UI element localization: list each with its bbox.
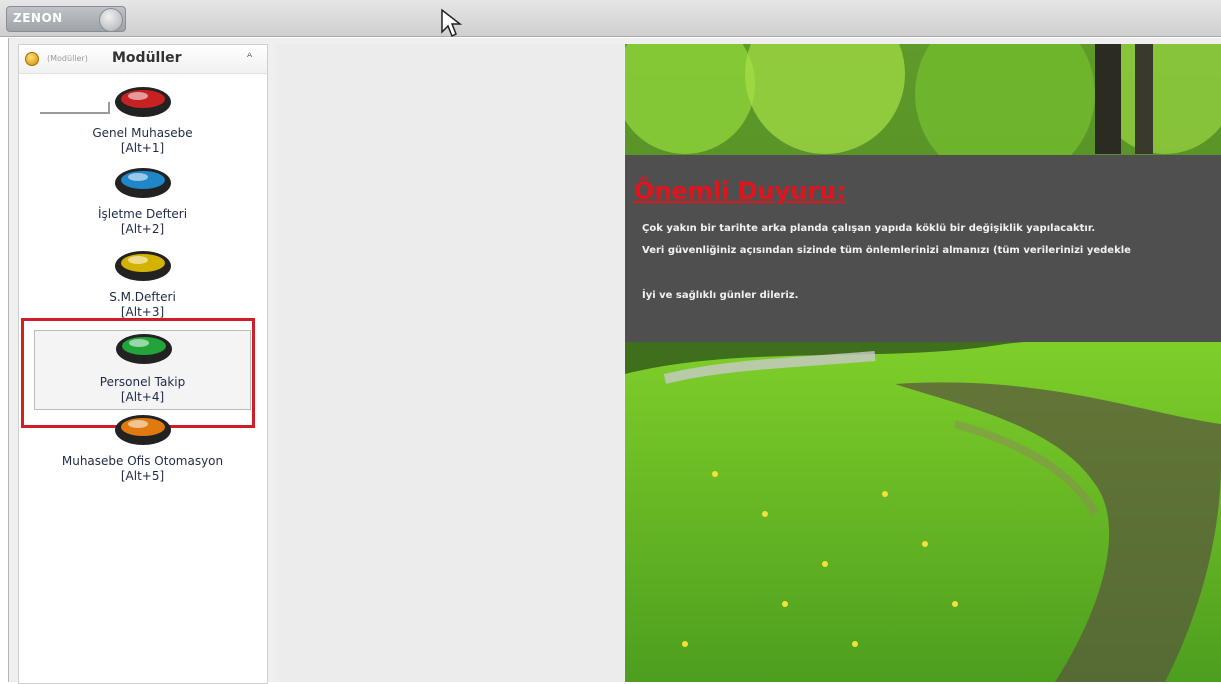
sidebar-header: (Modüller) Modüller ᴬ	[19, 45, 267, 74]
announcement-title[interactable]: Önemli Duyuru:	[634, 177, 846, 205]
module-genel-muhasebe[interactable]: Genel Muhasebe [Alt+1]	[30, 84, 255, 168]
background-image: Önemli Duyuru: Çok yakın bir tarihte ark…	[625, 44, 1221, 682]
module-orb-icon	[115, 415, 171, 445]
module-orb-icon	[115, 168, 171, 198]
announcement-line: Çok yakın bir tarihte arka planda çalışa…	[642, 223, 1096, 234]
title-bar: ZENON	[0, 0, 1221, 38]
nature-scene-image	[625, 44, 1221, 682]
module-name: İşletme Defteri	[97, 207, 188, 221]
module-muhasebe-ofis-otomasyon[interactable]: Muhasebe Ofis Otomasyon [Alt+5]	[30, 412, 255, 496]
sidebar-title: Modüller	[112, 50, 182, 66]
announcement-line: İyi ve sağlıklı günler dileriz.	[642, 290, 799, 301]
content-panel	[276, 44, 624, 682]
app-menu-button[interactable]	[99, 8, 123, 32]
modules-icon	[25, 52, 39, 66]
module-name: S.M.Defteri	[109, 290, 176, 304]
app-logo: ZENON	[13, 11, 63, 25]
module-shortcut: [Alt+5]	[120, 469, 165, 483]
module-shortcut: [Alt+1]	[120, 141, 165, 155]
module-name: Muhasebe Ofis Otomasyon	[61, 454, 224, 468]
announcement-panel: Önemli Duyuru: Çok yakın bir tarihte ark…	[625, 155, 1221, 342]
announcement-line: Veri güvenliğiniz açısından sizinde tüm …	[642, 245, 1131, 256]
module-orb-icon	[115, 87, 171, 117]
sidebar-hint: (Modüller)	[47, 54, 88, 63]
mouse-cursor-icon	[441, 8, 462, 38]
module-shortcut: [Alt+2]	[120, 222, 165, 236]
module-isletme-defteri[interactable]: İşletme Defteri [Alt+2]	[30, 165, 255, 249]
app-tab[interactable]: ZENON	[6, 6, 126, 32]
collapse-icon[interactable]: ᴬ	[247, 50, 252, 64]
module-shortcut: [Alt+3]	[120, 305, 165, 319]
module-orb-icon	[115, 251, 171, 281]
module-name: Genel Muhasebe	[92, 126, 193, 140]
